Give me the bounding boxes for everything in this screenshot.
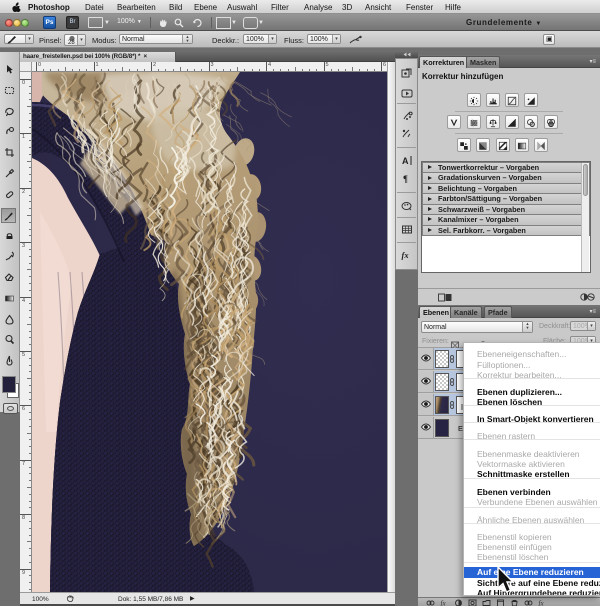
- svg-text:A: A: [402, 156, 409, 166]
- svg-text:fx: fx: [441, 600, 447, 606]
- svg-text:fx: fx: [539, 600, 545, 606]
- svg-text:fx: fx: [402, 250, 410, 260]
- svg-text:¶: ¶: [403, 174, 408, 184]
